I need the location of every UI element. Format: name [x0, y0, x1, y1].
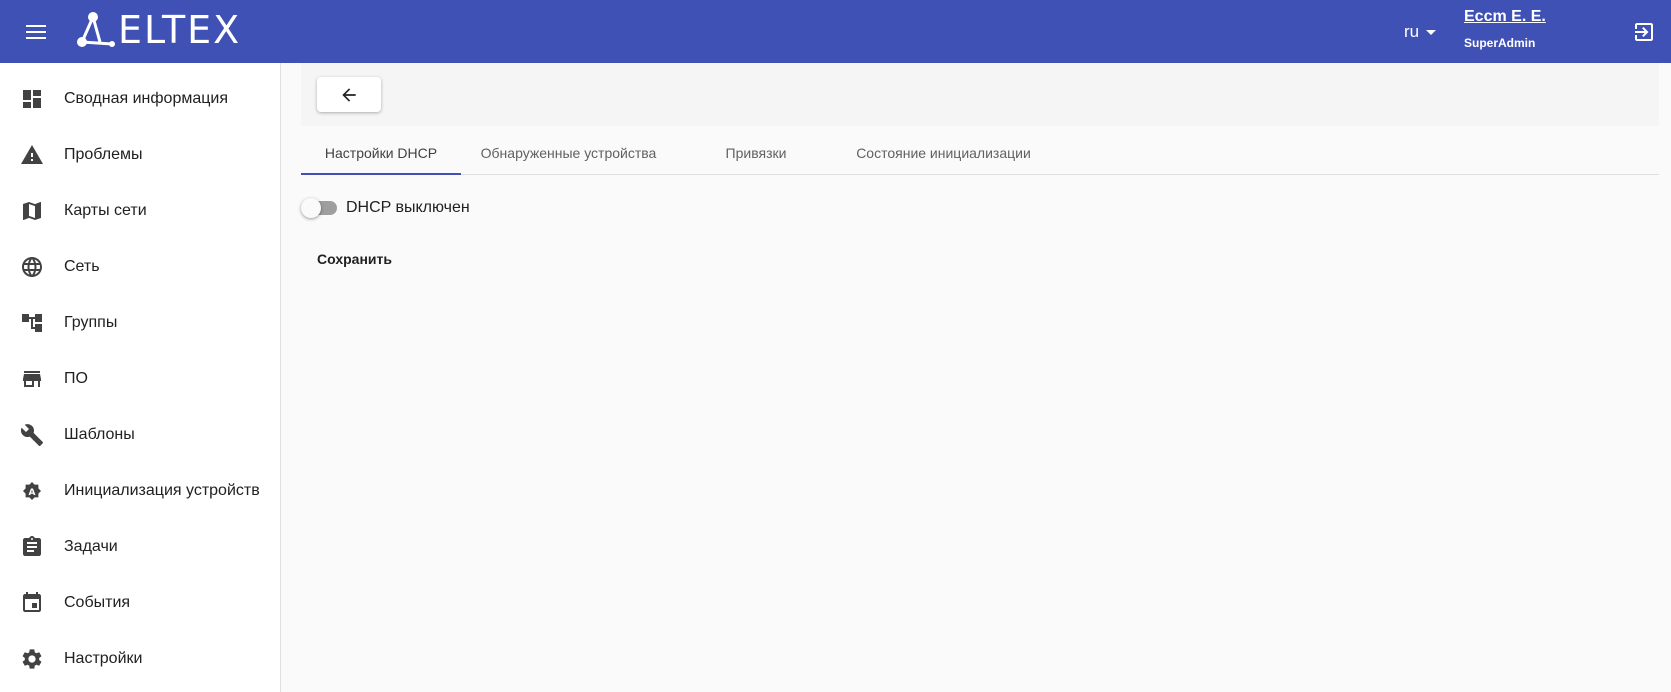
- sidebar-item-label: Задачи: [64, 538, 118, 555]
- logo-text: ELTEX: [118, 8, 242, 52]
- sidebar-item-device-init[interactable]: A Инициализация устройств: [0, 463, 280, 519]
- tab-label: Настройки DHCP: [324, 145, 438, 161]
- sidebar-item-software[interactable]: ПО: [0, 351, 280, 407]
- tree-icon: [22, 314, 42, 332]
- save-button[interactable]: Сохранить: [309, 243, 400, 275]
- sidebar-item-label: Проблемы: [64, 146, 143, 163]
- language-select[interactable]: ru: [1404, 20, 1437, 44]
- dhcp-switch[interactable]: [301, 196, 337, 220]
- page-toolbar: [301, 63, 1659, 126]
- eltex-logo: ELTEX: [76, 8, 242, 52]
- warning-icon: [21, 145, 43, 164]
- tab-label: Состояние инициализации: [856, 145, 1031, 161]
- sidebar-item-label: Группы: [64, 314, 118, 331]
- sidebar-item-label: Настройки: [64, 650, 143, 667]
- user-name-link[interactable]: Eccm E. E.: [1464, 6, 1546, 28]
- eltex-logo-mark-icon: [77, 12, 115, 47]
- tabs-bar: Настройки DHCP Обнаруженные устройства П…: [301, 131, 1659, 175]
- sidebar: Сводная информация Проблемы Карты сети С…: [0, 63, 281, 692]
- auto-badge-icon: A: [23, 482, 41, 500]
- language-value: ru: [1404, 22, 1420, 41]
- sidebar-item-label: События: [64, 594, 131, 611]
- dhcp-toggle-label: DHCP выключен: [346, 199, 470, 216]
- sidebar-item-label: Сеть: [64, 258, 100, 275]
- active-tab-indicator: [301, 173, 461, 175]
- tab-label: Привязки: [725, 145, 787, 161]
- sidebar-item-label: Шаблоны: [64, 426, 135, 443]
- sidebar-item-network[interactable]: Сеть: [0, 239, 280, 295]
- logout-icon[interactable]: [1632, 20, 1656, 44]
- sidebar-item-tasks[interactable]: Задачи: [0, 519, 280, 575]
- sidebar-item-label: Карты сети: [64, 202, 147, 219]
- back-button[interactable]: [317, 77, 381, 112]
- sidebar-item-events[interactable]: События: [0, 575, 280, 631]
- switch-thumb: [301, 198, 321, 218]
- user-role: SuperAdmin: [1464, 36, 1536, 50]
- dashboard-icon: [23, 90, 41, 108]
- tab-discovered-devices[interactable]: Обнаруженные устройства: [461, 131, 676, 175]
- tab-dhcp-settings[interactable]: Настройки DHCP: [301, 131, 461, 175]
- sidebar-item-label: ПО: [64, 370, 88, 387]
- globe-icon: [22, 257, 42, 277]
- gear-icon: [22, 649, 42, 669]
- sidebar-item-summary[interactable]: Сводная информация: [0, 71, 280, 127]
- user-info: Eccm E. E. SuperAdmin: [1464, 6, 1546, 50]
- app-bar: ELTEX ru Eccm E. E. SuperAdmin: [0, 0, 1671, 63]
- dropdown-arrow-icon: [1426, 30, 1437, 35]
- calendar-icon: [23, 592, 41, 612]
- arrow-left-icon: [342, 87, 356, 102]
- tab-label: Обнаруженные устройства: [480, 145, 657, 161]
- tab-init-status[interactable]: Состояние инициализации: [836, 131, 1051, 175]
- store-icon: [23, 371, 41, 387]
- sidebar-item-label: Сводная информация: [64, 90, 228, 107]
- sidebar-item-settings[interactable]: Настройки: [0, 631, 280, 687]
- sidebar-item-label: Инициализация устройств: [64, 482, 260, 499]
- clipboard-icon: [23, 536, 41, 556]
- map-icon: [23, 202, 41, 220]
- tab-bindings[interactable]: Привязки: [676, 131, 836, 175]
- svg-text:A: A: [29, 488, 36, 498]
- sidebar-item-groups[interactable]: Группы: [0, 295, 280, 351]
- dhcp-toggle-row: DHCP выключен: [301, 196, 470, 220]
- wrench-icon: [20, 424, 43, 446]
- sidebar-item-templates[interactable]: Шаблоны: [0, 407, 280, 463]
- menu-icon[interactable]: [18, 18, 54, 46]
- sidebar-item-network-maps[interactable]: Карты сети: [0, 183, 280, 239]
- sidebar-item-problems[interactable]: Проблемы: [0, 127, 280, 183]
